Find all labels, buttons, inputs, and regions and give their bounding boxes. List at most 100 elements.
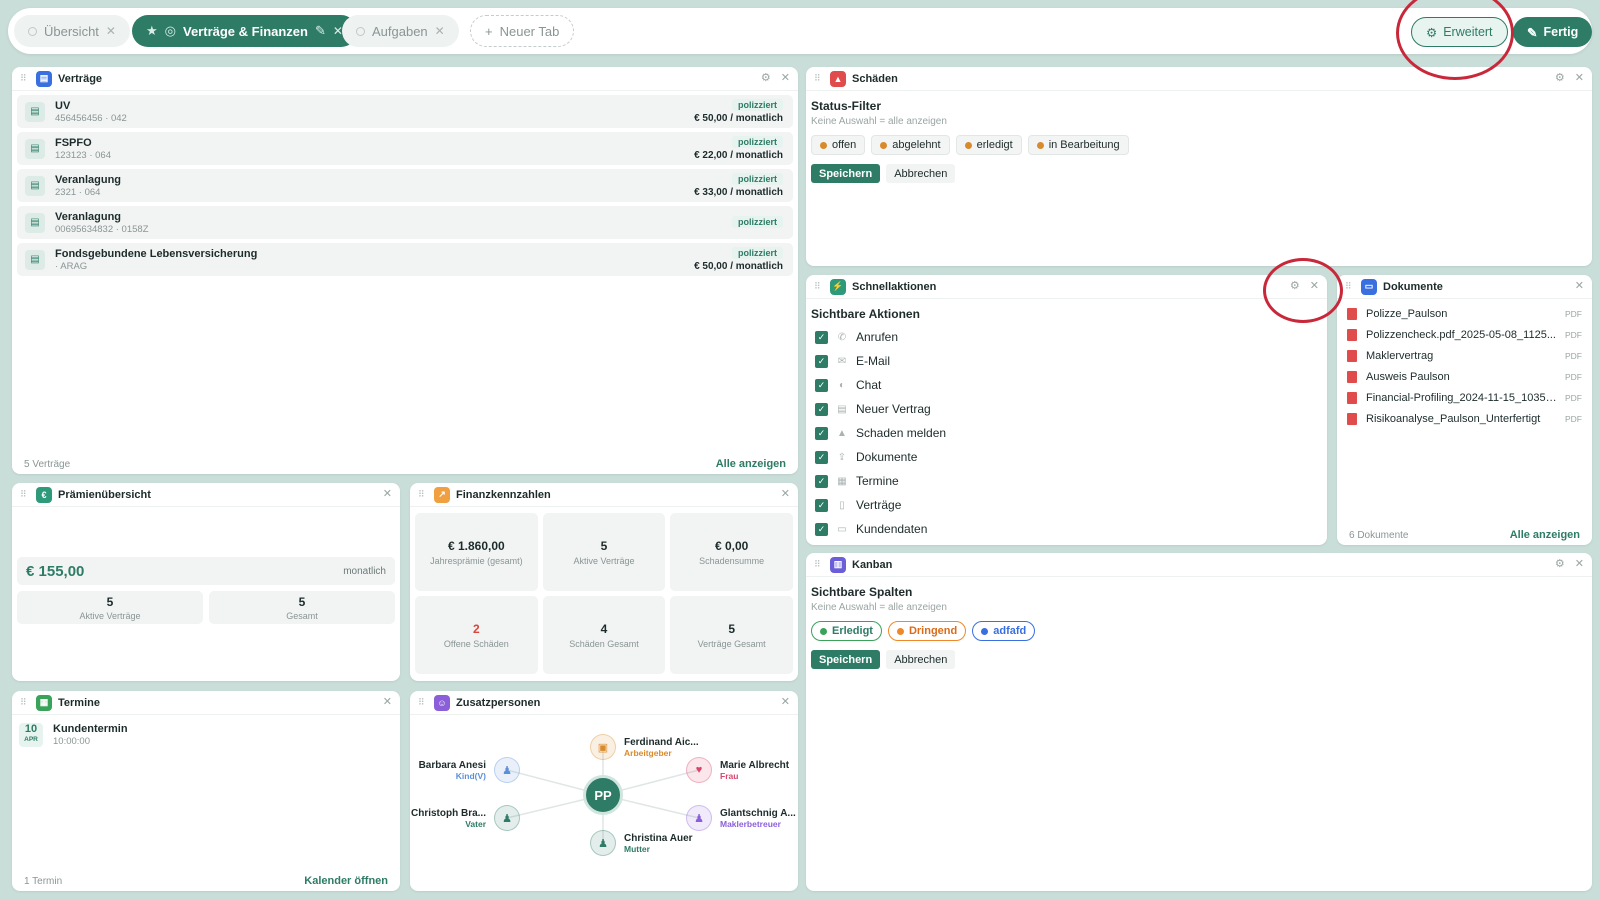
action-row[interactable]: ✓ ▤ Neuer Vertrag bbox=[815, 397, 1327, 421]
contract-row[interactable]: ▤ Fondsgebundene Lebensversicherung · ARAG… bbox=[17, 243, 793, 276]
checkbox[interactable]: ✓ bbox=[815, 474, 828, 488]
dokumente-widget: ⠿ ▭ Dokumente ✕ Polizze_Paulson PDF Polizz… bbox=[1337, 275, 1592, 545]
widget-title: Verträge bbox=[58, 72, 103, 85]
close-icon[interactable]: ✕ bbox=[781, 71, 790, 84]
person-node[interactable]: Barbara Anesi Kind(V) ♟ bbox=[419, 757, 520, 783]
close-icon[interactable]: ✕ bbox=[383, 487, 392, 500]
action-row[interactable]: ✓ ⇪ Dokumente bbox=[815, 445, 1327, 469]
document-item[interactable]: Ausweis Paulson PDF bbox=[1337, 366, 1592, 387]
gear-icon[interactable]: ⚙ bbox=[1555, 557, 1565, 570]
status-chip[interactable]: abgelehnt bbox=[871, 135, 950, 155]
column-chip[interactable]: Dringend bbox=[887, 621, 967, 641]
close-icon[interactable]: ✕ bbox=[383, 695, 392, 708]
save-button[interactable]: Speichern bbox=[811, 650, 881, 669]
calendar-icon: ▦ bbox=[837, 475, 847, 487]
checkbox[interactable]: ✓ bbox=[815, 426, 828, 440]
person-name: Barbara Anesi bbox=[418, 759, 486, 771]
status-filter-title: Status-Filter bbox=[811, 99, 882, 113]
action-row[interactable]: ✓ ◐ Chat bbox=[815, 373, 1327, 397]
column-chip-label: adfafd bbox=[993, 625, 1027, 637]
person-node[interactable]: ♟ Glantschnig A... Maklerbetreuer bbox=[686, 805, 796, 831]
action-row[interactable]: ✓ ▭ Kundendaten bbox=[815, 517, 1327, 541]
status-chip[interactable]: erledigt bbox=[955, 135, 1022, 155]
close-icon[interactable]: ✕ bbox=[1310, 279, 1319, 292]
close-icon[interactable]: ✕ bbox=[1575, 279, 1584, 292]
gear-icon[interactable]: ⚙ bbox=[761, 71, 771, 84]
contract-row[interactable]: ▤ Veranlagung 2321 · 064 polizziert € 33,00 … bbox=[17, 169, 793, 202]
contract-row[interactable]: ▤ Veranlagung 00695634832 · 0158Z polizzier… bbox=[17, 206, 793, 239]
checkbox[interactable]: ✓ bbox=[815, 330, 828, 344]
save-button[interactable]: Speichern bbox=[811, 164, 881, 183]
document-item[interactable]: Maklervertrag PDF bbox=[1337, 345, 1592, 366]
kpi-label: Jahresprämie (gesamt) bbox=[430, 555, 523, 566]
contract-row[interactable]: ▤ FSPFO 123123 · 064 polizziert € 22,00 / mo… bbox=[17, 132, 793, 165]
status-chip[interactable]: in Bearbeitung bbox=[1027, 135, 1129, 155]
person-node[interactable]: ♟ Christina Auer Mutter bbox=[590, 830, 693, 856]
drag-handle-icon[interactable]: ⠿ bbox=[20, 73, 30, 84]
document-item[interactable]: Polizzencheck.pdf_2025-05-08_1125... PDF bbox=[1337, 324, 1592, 345]
erweitert-button[interactable]: ⚙ Erweitert bbox=[1411, 17, 1508, 47]
close-icon[interactable]: ✕ bbox=[435, 24, 445, 38]
star-icon[interactable]: ★ bbox=[146, 23, 158, 39]
gear-icon[interactable]: ⚙ bbox=[1555, 71, 1565, 84]
close-icon[interactable]: ✕ bbox=[106, 24, 116, 38]
status-chip[interactable]: offen bbox=[811, 135, 866, 155]
vertraege-widget: ⠿ ▤ Verträge ⚙ ✕ ▤ UV 456456456 · 042 polizz… bbox=[12, 67, 798, 474]
drag-handle-icon[interactable]: ⠿ bbox=[418, 697, 428, 708]
person-node[interactable]: Christoph Bra... Vater ♟ bbox=[411, 805, 520, 831]
close-icon[interactable]: ✕ bbox=[781, 695, 790, 708]
open-calendar-link[interactable]: Kalender öffnen bbox=[304, 875, 388, 887]
show-all-link[interactable]: Alle anzeigen bbox=[716, 458, 786, 470]
show-all-link[interactable]: Alle anzeigen bbox=[1510, 529, 1580, 541]
action-row[interactable]: ✓ ✉ E-Mail bbox=[815, 349, 1327, 373]
action-row[interactable]: ✓ ▲ Schaden melden bbox=[815, 421, 1327, 445]
client-avatar[interactable]: PP bbox=[583, 775, 623, 815]
checkbox[interactable]: ✓ bbox=[815, 450, 828, 464]
contract-row[interactable]: ▤ UV 456456456 · 042 polizziert € 50,00 / mo… bbox=[17, 95, 793, 128]
checkbox[interactable]: ✓ bbox=[815, 402, 828, 416]
action-row[interactable]: ✓ ▯ Verträge bbox=[815, 493, 1327, 517]
contract-count: 5 Verträge bbox=[24, 458, 71, 470]
tab-aufgaben[interactable]: Aufgaben ✕ bbox=[342, 15, 459, 47]
action-row[interactable]: ✓ ▦ Termine bbox=[815, 469, 1327, 493]
close-icon[interactable]: ✕ bbox=[1575, 71, 1584, 84]
cancel-button[interactable]: Abbrechen bbox=[886, 164, 956, 183]
tab-status-dot bbox=[28, 26, 37, 36]
action-row[interactable]: ✓ ✆ Anrufen bbox=[815, 325, 1327, 349]
document-item[interactable]: Polizze_Paulson PDF bbox=[1337, 303, 1592, 324]
drag-handle-icon[interactable]: ⠿ bbox=[1345, 281, 1355, 292]
close-icon[interactable]: ✕ bbox=[781, 487, 790, 500]
tab-uebersicht[interactable]: Übersicht ✕ bbox=[14, 15, 130, 47]
schaeden-widget: ⠿ ▲ Schäden ⚙ ✕ Status-Filter Keine Auswa… bbox=[806, 67, 1592, 266]
column-chip[interactable]: Erledigt bbox=[811, 621, 882, 641]
drag-handle-icon[interactable]: ⠿ bbox=[20, 697, 30, 708]
new-tab-button[interactable]: + Neuer Tab bbox=[470, 15, 575, 47]
person-node[interactable]: ♥ Marie Albrecht Frau bbox=[686, 757, 789, 783]
visible-columns-title: Sichtbare Spalten bbox=[811, 585, 913, 599]
checkbox[interactable]: ✓ bbox=[815, 498, 828, 512]
kpi-card: 5 Verträge Gesamt bbox=[670, 596, 793, 674]
column-chip[interactable]: adfafd bbox=[972, 621, 1036, 641]
pencil-icon[interactable]: ✎ bbox=[315, 23, 326, 39]
document-item[interactable]: Risikoanalyse_Paulson_Unterfertigt PDF bbox=[1337, 408, 1592, 429]
drag-handle-icon[interactable]: ⠿ bbox=[814, 559, 824, 570]
tab-label: Neuer Tab bbox=[499, 23, 560, 39]
checkbox[interactable]: ✓ bbox=[815, 378, 828, 392]
person-node[interactable]: ▣ Ferdinand Aic... Arbeitgeber bbox=[590, 734, 699, 760]
checkbox[interactable]: ✓ bbox=[815, 522, 828, 536]
drag-handle-icon[interactable]: ⠿ bbox=[20, 489, 30, 500]
drag-handle-icon[interactable]: ⠿ bbox=[418, 489, 428, 500]
drag-handle-icon[interactable]: ⠿ bbox=[814, 73, 824, 84]
document-item[interactable]: Financial-Profiling_2024-11-15_10352... P… bbox=[1337, 387, 1592, 408]
appointment-item[interactable]: 10 APR Kundentermin 10:00:00 bbox=[12, 715, 400, 755]
id-card-icon: ▭ bbox=[837, 523, 847, 535]
cancel-button[interactable]: Abbrechen bbox=[886, 650, 956, 669]
drag-handle-icon[interactable]: ⠿ bbox=[814, 281, 824, 292]
contract-icon: ▤ bbox=[837, 403, 847, 415]
status-chip-label: in Bearbeitung bbox=[1048, 139, 1120, 151]
checkbox[interactable]: ✓ bbox=[815, 354, 828, 368]
tab-vertraege-finanzen[interactable]: ★ ◎ Verträge & Finanzen ✎ ✕ bbox=[132, 15, 357, 47]
close-icon[interactable]: ✕ bbox=[1575, 557, 1584, 570]
gear-icon[interactable]: ⚙ bbox=[1290, 279, 1300, 292]
fertig-button[interactable]: ✎ Fertig bbox=[1513, 17, 1593, 47]
